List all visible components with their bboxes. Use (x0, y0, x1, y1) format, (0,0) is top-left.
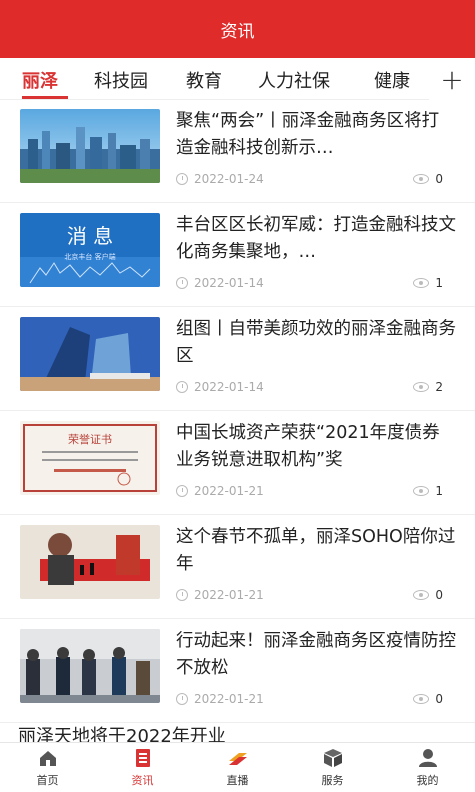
home-icon (39, 751, 56, 766)
article-title[interactable]: 丰台区区长初军威：打造金融科技文化商务集聚地，… (176, 212, 456, 266)
eye-icon (413, 486, 430, 496)
clock-icon (176, 485, 188, 497)
article-date: 2022-01-21 (176, 484, 264, 498)
article-thumbnail: 荣誉证书 (20, 421, 160, 495)
page-title: 资讯 (220, 21, 255, 42)
active-tab-indicator (22, 96, 68, 99)
article-views: 1 (413, 276, 443, 290)
plus-icon: + (440, 62, 464, 96)
eye-icon (413, 590, 430, 600)
article-thumbnail (20, 525, 160, 599)
eye-icon (413, 382, 430, 392)
live-icon (228, 753, 247, 765)
article-title[interactable]: 这个春节不孤单，丽泽SOHO陪你过年 (176, 524, 456, 578)
clock-icon (176, 589, 188, 601)
news-icon (135, 749, 150, 767)
article-views: 0 (413, 172, 443, 186)
certificate-thumb-title: 荣誉证书 (68, 432, 112, 446)
article-date: 2022-01-14 (176, 380, 264, 394)
tab-renli[interactable]: 人力社保 (258, 67, 330, 93)
article-views: 0 (413, 692, 443, 706)
bottom-navigation: 首页 资讯 直播 服务 我的 (0, 742, 475, 792)
list-item[interactable]: 荣誉证书 中国长城资产荣获“2021年度债券业务锐意进取机构”奖 2022-01… (0, 412, 475, 515)
tab-keji[interactable]: 科技园 (94, 67, 148, 93)
eye-icon (413, 694, 430, 704)
user-icon (418, 749, 437, 767)
clock-icon (176, 381, 188, 393)
nav-home[interactable]: 首页 (0, 743, 95, 792)
nav-profile[interactable]: 我的 (380, 743, 475, 792)
category-tabs: 丽泽 科技园 教育 人力社保 健康 (0, 58, 475, 100)
eye-icon (413, 278, 430, 288)
nav-service[interactable]: 服务 (285, 743, 380, 792)
article-views: 0 (413, 588, 443, 602)
list-item[interactable]: 消 息 北京丰台 客户端 丰台区区长初军威：打造金融科技文化商务集聚地，… 20… (0, 204, 475, 307)
article-views: 1 (413, 484, 443, 498)
article-date: 2022-01-24 (176, 172, 264, 186)
article-date: 2022-01-21 (176, 692, 264, 706)
article-title[interactable]: 组图丨自带美颜功效的丽泽金融商务区 (176, 316, 456, 370)
eye-icon (413, 174, 430, 184)
article-date: 2022-01-14 (176, 276, 264, 290)
clock-icon (176, 277, 188, 289)
article-title[interactable]: 行动起来！丽泽金融商务区疫情防控不放松 (176, 628, 456, 682)
list-item[interactable]: 这个春节不孤单，丽泽SOHO陪你过年 2022-01-21 0 (0, 516, 475, 619)
nav-news[interactable]: 资讯 (95, 743, 190, 792)
article-thumbnail (20, 317, 160, 391)
clock-icon (176, 173, 188, 185)
article-title[interactable]: 聚焦“两会”丨丽泽金融商务区将打造金融科技创新示… (176, 108, 456, 162)
list-item[interactable]: 组图丨自带美颜功效的丽泽金融商务区 2022-01-14 2 (0, 308, 475, 411)
article-list[interactable]: 聚焦“两会”丨丽泽金融商务区将打造金融科技创新示… 2022-01-24 0 消… (0, 100, 475, 740)
add-tab-button[interactable]: + (429, 58, 475, 100)
app-header: 资讯 (0, 0, 475, 58)
article-title[interactable]: 中国长城资产荣获“2021年度债券业务锐意进取机构”奖 (176, 420, 456, 474)
article-thumbnail: 消 息 北京丰台 客户端 (20, 213, 160, 287)
clock-icon (176, 693, 188, 705)
tab-jiankang[interactable]: 健康 (374, 67, 410, 93)
nav-live[interactable]: 直播 (190, 743, 285, 792)
news-thumb-subtitle: 北京丰台 客户端 (64, 252, 115, 261)
article-thumbnail (20, 629, 160, 703)
list-item[interactable]: 聚焦“两会”丨丽泽金融商务区将打造金融科技创新示… 2022-01-24 0 (0, 100, 475, 203)
article-views: 2 (413, 380, 443, 394)
list-item[interactable]: 行动起来！丽泽金融商务区疫情防控不放松 2022-01-21 0 (0, 620, 475, 723)
tab-lize[interactable]: 丽泽 (22, 67, 58, 93)
box-icon (323, 749, 342, 767)
news-thumb-title: 消 息 (67, 224, 113, 248)
article-thumbnail (20, 109, 160, 183)
tab-jiaoyu[interactable]: 教育 (186, 67, 222, 93)
article-date: 2022-01-21 (176, 588, 264, 602)
